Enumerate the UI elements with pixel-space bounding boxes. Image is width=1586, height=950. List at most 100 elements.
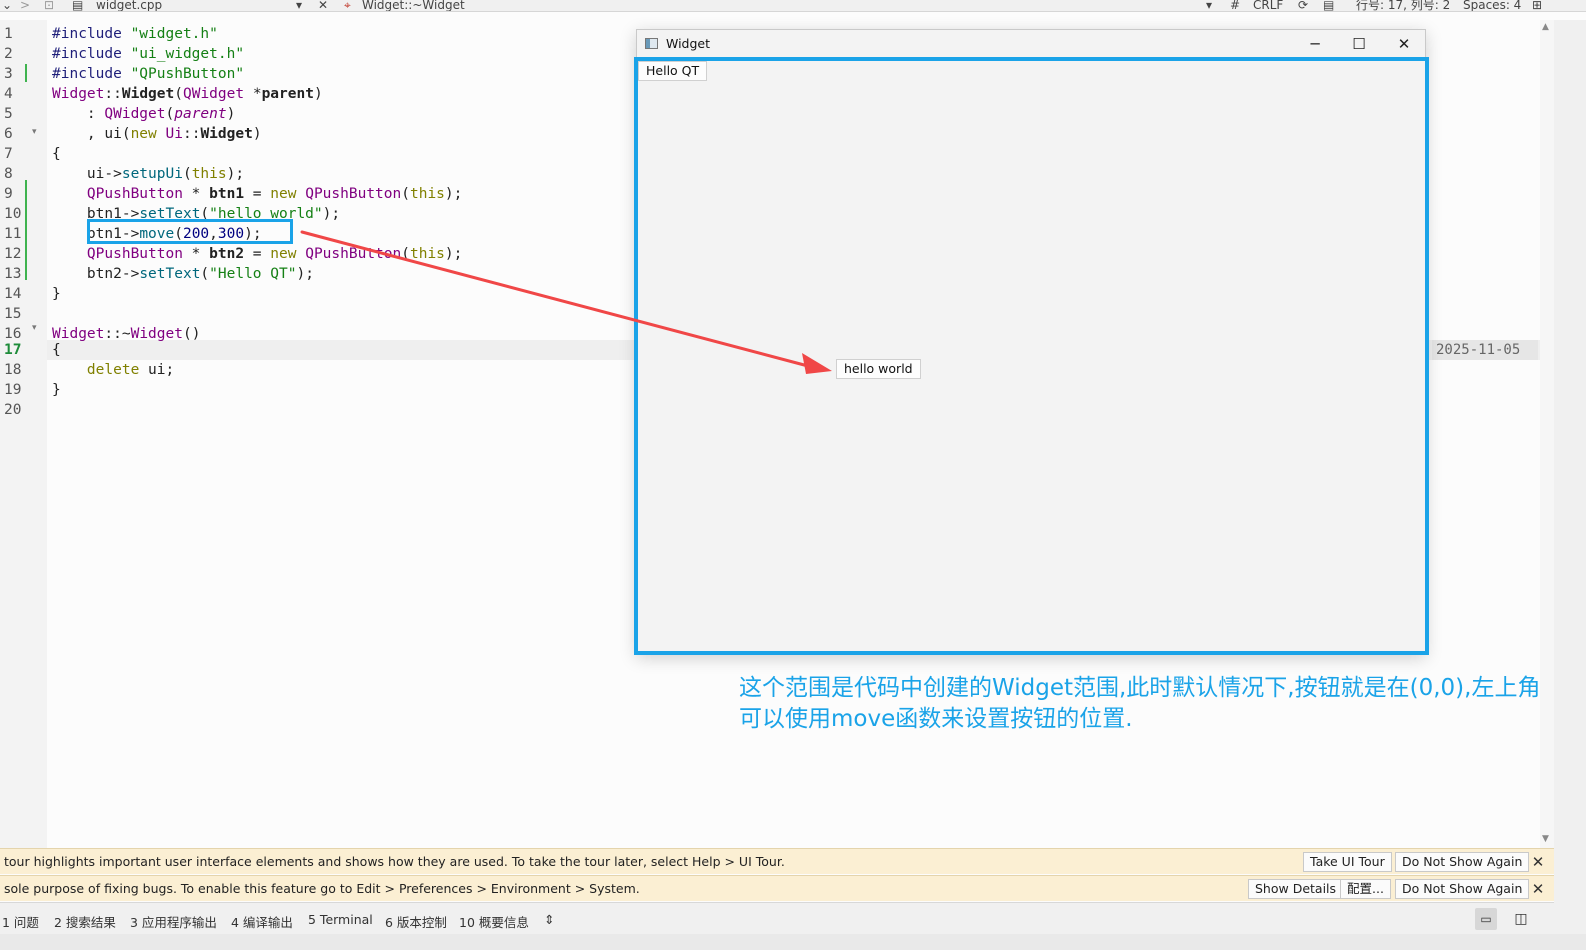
toggle-sidebar-icon[interactable]: ◫ [1510, 908, 1532, 930]
ui-tour-message: tour highlights important user interface… [4, 854, 785, 869]
symbol-selector[interactable]: Widget::~Widget [362, 0, 465, 11]
close-window-button[interactable]: ✕ [1384, 33, 1424, 55]
crash-report-message: sole purpose of fixing bugs. To enable t… [4, 881, 640, 896]
annotation-date: 2025-11-05 [1432, 340, 1538, 360]
pane-version-control[interactable]: 6 版本控制 [385, 912, 447, 931]
nav-forward-icon[interactable]: > [20, 0, 30, 11]
line-number: 7 [4, 146, 13, 162]
show-details-button[interactable]: Show Details [1248, 879, 1344, 899]
line-number: 13 [4, 266, 22, 282]
qt-creator-window: ⌄ > ⊡ ▤ widget.cpp ▾ ✕ ⌖ Widget::~Widget… [0, 0, 1586, 950]
document-icon[interactable]: ▤ [1323, 0, 1334, 11]
annotation-text: 这个范围是代码中创建的Widget范围,此时默认情况下,按钮就是在(0,0),左… [739, 673, 1540, 735]
pane-application-output[interactable]: 3 应用程序输出 [130, 912, 217, 931]
line-number: 10 [4, 206, 22, 222]
line-number-current: 17 [4, 342, 22, 358]
widget-app-window: Widget ─ ☐ ✕ Hello QT hello world [634, 29, 1429, 655]
close-file-icon[interactable]: ✕ [318, 0, 328, 11]
ui-tour-infobar: tour highlights important user interface… [0, 848, 1554, 874]
code-line: #include "QPushButton" [52, 66, 245, 82]
code-line: Widget::Widget(QWidget *parent) [52, 86, 323, 102]
encoding-icon[interactable]: ⟳ [1298, 0, 1308, 11]
file-icon: ▤ [72, 0, 84, 12]
code-line: #include "widget.h" [52, 26, 218, 42]
code-line: QPushButton * btn2 = new QPushButton(thi… [86, 246, 463, 262]
file-dropdown-icon[interactable]: ▾ [296, 0, 302, 11]
annotation-line-1: 这个范围是代码中创建的Widget范围,此时默认情况下,按钮就是在(0,0),左… [739, 675, 1541, 701]
pane-toggle-icon[interactable]: ⇕ [544, 912, 554, 927]
code-line: QPushButton * btn1 = new QPushButton(thi… [86, 186, 463, 202]
indent-setting[interactable]: Spaces: 4 [1463, 0, 1521, 11]
modified-line-marker [25, 180, 27, 280]
modified-line-marker [25, 64, 27, 82]
nav-back-icon[interactable]: ⌄ [2, 0, 12, 11]
right-sidebar [1554, 20, 1586, 934]
file-selector[interactable]: widget.cpp [96, 0, 162, 11]
widget-window-title: Widget [666, 36, 711, 51]
maximize-button[interactable]: ☐ [1339, 33, 1379, 55]
line-number: 4 [4, 86, 13, 102]
pane-search-results[interactable]: 2 搜索结果 [54, 912, 116, 931]
line-ending-indicator[interactable]: CRLF [1253, 0, 1283, 11]
do-not-show-again-button[interactable]: Do Not Show Again [1395, 852, 1530, 872]
line-number: 6 [4, 126, 13, 142]
widget-client-area: Hello QT hello world [634, 57, 1429, 655]
code-line: } [52, 286, 61, 302]
close-infobar-icon[interactable]: ✕ [1528, 879, 1548, 899]
hello-world-button[interactable]: hello world [836, 359, 921, 379]
code-line: } [52, 382, 61, 398]
lock-icon: ⊡ [44, 0, 55, 12]
pane-issues[interactable]: 1 问题 [2, 912, 39, 931]
move-call-highlight-box [87, 219, 293, 244]
pane-compile-output[interactable]: 4 编译输出 [231, 912, 293, 931]
line-number: 3 [4, 66, 13, 82]
editor-vertical-scrollbar[interactable]: ▲ ▼ [1540, 20, 1554, 848]
pane-terminal[interactable]: 5 Terminal [308, 912, 373, 927]
code-line: { [52, 146, 61, 162]
line-number: 1 [4, 26, 13, 42]
line-number: 14 [4, 286, 22, 302]
bottom-edge [0, 934, 1586, 950]
code-line: btn2->setText("Hello QT"); [52, 266, 314, 282]
line-number: 12 [4, 246, 22, 262]
widget-window-titlebar[interactable]: Widget ─ ☐ ✕ [637, 30, 1425, 58]
fold-toggle-icon[interactable]: ▾ [32, 127, 37, 137]
line-number: 8 [4, 166, 13, 182]
line-number: 2 [4, 46, 13, 62]
line-number: 20 [4, 402, 22, 418]
annotation-line-2: 可以使用move函数来设置按钮的位置. [739, 706, 1133, 732]
hello-qt-button[interactable]: Hello QT [638, 61, 708, 81]
do-not-show-again-button[interactable]: Do Not Show Again [1395, 879, 1530, 899]
window-icon [645, 38, 658, 49]
crash-report-infobar: sole purpose of fixing bugs. To enable t… [0, 875, 1554, 901]
code-line: ui->setupUi(this); [52, 166, 245, 182]
code-line: { [52, 342, 61, 358]
fold-toggle-icon[interactable]: ▾ [32, 323, 37, 333]
line-number: 15 [4, 306, 22, 322]
hash-indicator: # [1230, 0, 1241, 12]
line-number: 18 [4, 362, 22, 378]
line-number: 5 [4, 106, 13, 122]
symbol-icon: ⌖ [344, 0, 351, 12]
symbol-dropdown-icon[interactable]: ▾ [1206, 0, 1212, 11]
editor-toolbar: ⌄ > ⊡ ▤ widget.cpp ▾ ✕ ⌖ Widget::~Widget… [0, 0, 1586, 12]
scroll-down-icon[interactable]: ▼ [1542, 834, 1549, 844]
take-ui-tour-button[interactable]: Take UI Tour [1303, 852, 1392, 872]
output-pane-bar: 1 问题 2 搜索结果 3 应用程序输出 4 编译输出 5 Terminal 6… [0, 902, 1554, 934]
split-icon[interactable]: ⊞ [1532, 0, 1542, 11]
line-number: 11 [4, 226, 22, 242]
scroll-up-icon[interactable]: ▲ [1542, 22, 1549, 32]
code-line: , ui(new Ui::Widget) [52, 126, 262, 142]
line-number: 9 [4, 186, 13, 202]
code-line: Widget::~Widget() [52, 326, 201, 342]
code-line: #include "ui_widget.h" [52, 46, 245, 62]
cursor-position[interactable]: 行号: 17, 列号: 2 [1356, 0, 1450, 11]
minimize-button[interactable]: ─ [1295, 33, 1335, 55]
pane-general-messages[interactable]: 10 概要信息 [459, 912, 529, 931]
line-number: 19 [4, 382, 22, 398]
code-line: delete ui; [86, 362, 175, 378]
code-line: : QWidget(parent) [52, 106, 236, 122]
progress-details-icon[interactable]: ▭ [1475, 908, 1497, 930]
close-infobar-icon[interactable]: ✕ [1528, 852, 1548, 872]
configure-button[interactable]: 配置... [1340, 879, 1391, 899]
